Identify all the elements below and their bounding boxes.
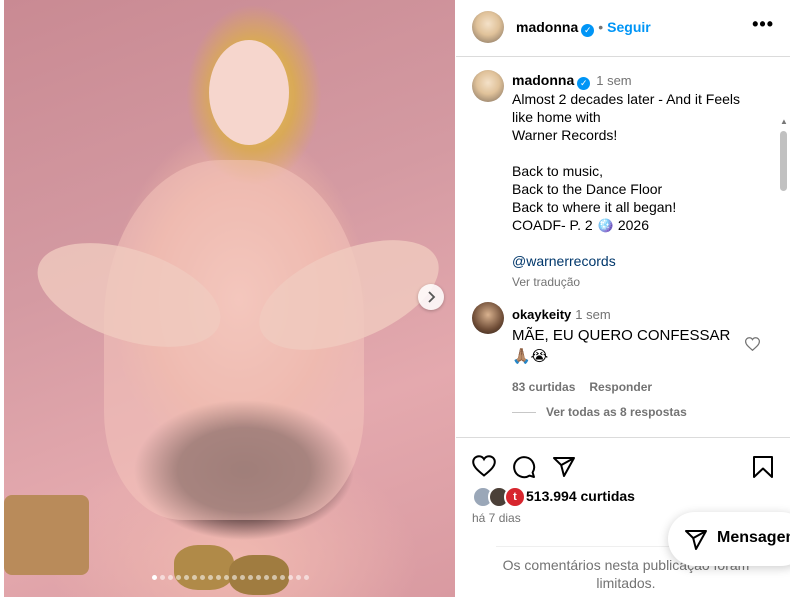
caption-avatar[interactable] xyxy=(472,70,504,102)
carousel-dot[interactable] xyxy=(200,575,205,580)
carousel-dot[interactable] xyxy=(184,575,189,580)
carousel-dot[interactable] xyxy=(192,575,197,580)
post-side-panel: madonna ✓ • Seguir ••• madonna ✓ 1 sem Almost… xyxy=(456,0,790,597)
comment-meta: 83 curtidas Responder xyxy=(512,378,752,396)
verified-badge-icon: ✓ xyxy=(577,76,591,90)
comments-scrollbar[interactable]: ▲ ▼ xyxy=(778,117,788,437)
caption-line: Almost 2 decades later - And it Feels xyxy=(512,91,740,107)
reply-button[interactable]: Responder xyxy=(589,380,652,394)
author-username[interactable]: madonna xyxy=(516,19,578,35)
comment-emoji: 🙏🏽😭 xyxy=(512,348,549,365)
carousel-dot[interactable] xyxy=(176,575,181,580)
translate-link[interactable]: Ver tradução xyxy=(512,273,762,291)
view-replies-label: Ver todas as 8 respostas xyxy=(546,405,687,419)
comment-like-heart-icon[interactable] xyxy=(744,337,761,356)
carousel-dot[interactable] xyxy=(280,575,285,580)
separator-dot: • xyxy=(598,19,604,35)
view-replies-button[interactable]: Ver todas as 8 respostas xyxy=(512,405,687,419)
carousel-dot[interactable] xyxy=(256,575,261,580)
caption-time: 1 sem xyxy=(596,73,632,88)
like-heart-icon[interactable] xyxy=(472,455,496,482)
caption-line: COADF- P. 2 🪩 2026 xyxy=(512,217,650,233)
carousel-dot[interactable] xyxy=(224,575,229,580)
commenter-username[interactable]: okaykeity xyxy=(512,307,571,322)
messages-label: Mensagens xyxy=(717,529,790,546)
follow-button[interactable]: Seguir xyxy=(607,19,651,35)
caption-line: Back to where it all began! xyxy=(512,199,677,215)
author-line: madonna ✓ • Seguir xyxy=(516,19,651,37)
carousel-dot[interactable] xyxy=(272,575,277,580)
carousel-next-button[interactable] xyxy=(418,284,444,310)
carousel-dot[interactable] xyxy=(248,575,253,580)
comment-time: 1 sem xyxy=(575,307,611,322)
carousel-dot[interactable] xyxy=(240,575,245,580)
carousel-dot[interactable] xyxy=(160,575,165,580)
carousel-dot[interactable] xyxy=(232,575,237,580)
send-icon xyxy=(685,530,707,550)
carousel-dot[interactable] xyxy=(288,575,293,580)
photo-face-shape xyxy=(209,40,289,145)
caption-line: like home with xyxy=(512,109,601,125)
carousel-dot[interactable] xyxy=(208,575,213,580)
posted-time[interactable]: há 7 dias xyxy=(472,511,521,525)
caption-line: Back to music, xyxy=(512,163,604,179)
likes-count[interactable]: 513.994 curtidas xyxy=(526,488,635,504)
carousel-dot[interactable] xyxy=(264,575,269,580)
more-options-icon[interactable]: ••• xyxy=(752,14,774,35)
verified-badge-icon: ✓ xyxy=(581,24,595,37)
caption-line: Back to the Dance Floor xyxy=(512,181,663,197)
chevron-right-icon xyxy=(428,291,436,303)
liker-avatars[interactable]: t xyxy=(472,486,526,508)
carousel-dots xyxy=(152,575,309,580)
scroll-up-arrow-icon[interactable]: ▲ xyxy=(780,117,788,126)
replies-rule xyxy=(512,412,536,414)
carousel-dot[interactable] xyxy=(152,575,157,580)
caption-username[interactable]: madonna xyxy=(512,72,574,88)
carousel-dot[interactable] xyxy=(216,575,221,580)
post-media xyxy=(0,0,456,597)
comment-likes-count[interactable]: 83 curtidas xyxy=(512,380,575,394)
mention-link[interactable]: @warnerrecords xyxy=(512,252,762,270)
comment-text: MÃE, EU QUERO CONFESSAR xyxy=(512,327,731,344)
carousel-dot[interactable] xyxy=(304,575,309,580)
carousel-dot[interactable] xyxy=(168,575,173,580)
comments-area[interactable]: madonna ✓ 1 sem Almost 2 decades later - A… xyxy=(456,57,790,437)
post-header: madonna ✓ • Seguir ••• xyxy=(456,0,790,57)
author-avatar[interactable] xyxy=(472,11,504,43)
comment-bubble-icon[interactable] xyxy=(512,455,536,484)
caption: madonna ✓ 1 sem Almost 2 decades later - A… xyxy=(512,71,762,291)
comment-item: okaykeity 1 sem MÃE, EU QUERO CONFESSAR 🙏… xyxy=(512,305,752,396)
photo-shoe-left-shape xyxy=(174,545,234,590)
save-bookmark-icon[interactable] xyxy=(752,455,774,484)
commenter-avatar[interactable] xyxy=(472,302,504,334)
scrollbar-thumb[interactable] xyxy=(780,131,787,191)
post-photo[interactable] xyxy=(4,0,455,597)
photo-typewriter-shape xyxy=(4,495,89,575)
liker-avatar: t xyxy=(504,486,526,508)
caption-line: Warner Records! xyxy=(512,127,618,143)
carousel-dot[interactable] xyxy=(296,575,301,580)
messages-button[interactable]: Mensagens xyxy=(668,512,790,566)
share-send-icon[interactable] xyxy=(552,455,576,484)
